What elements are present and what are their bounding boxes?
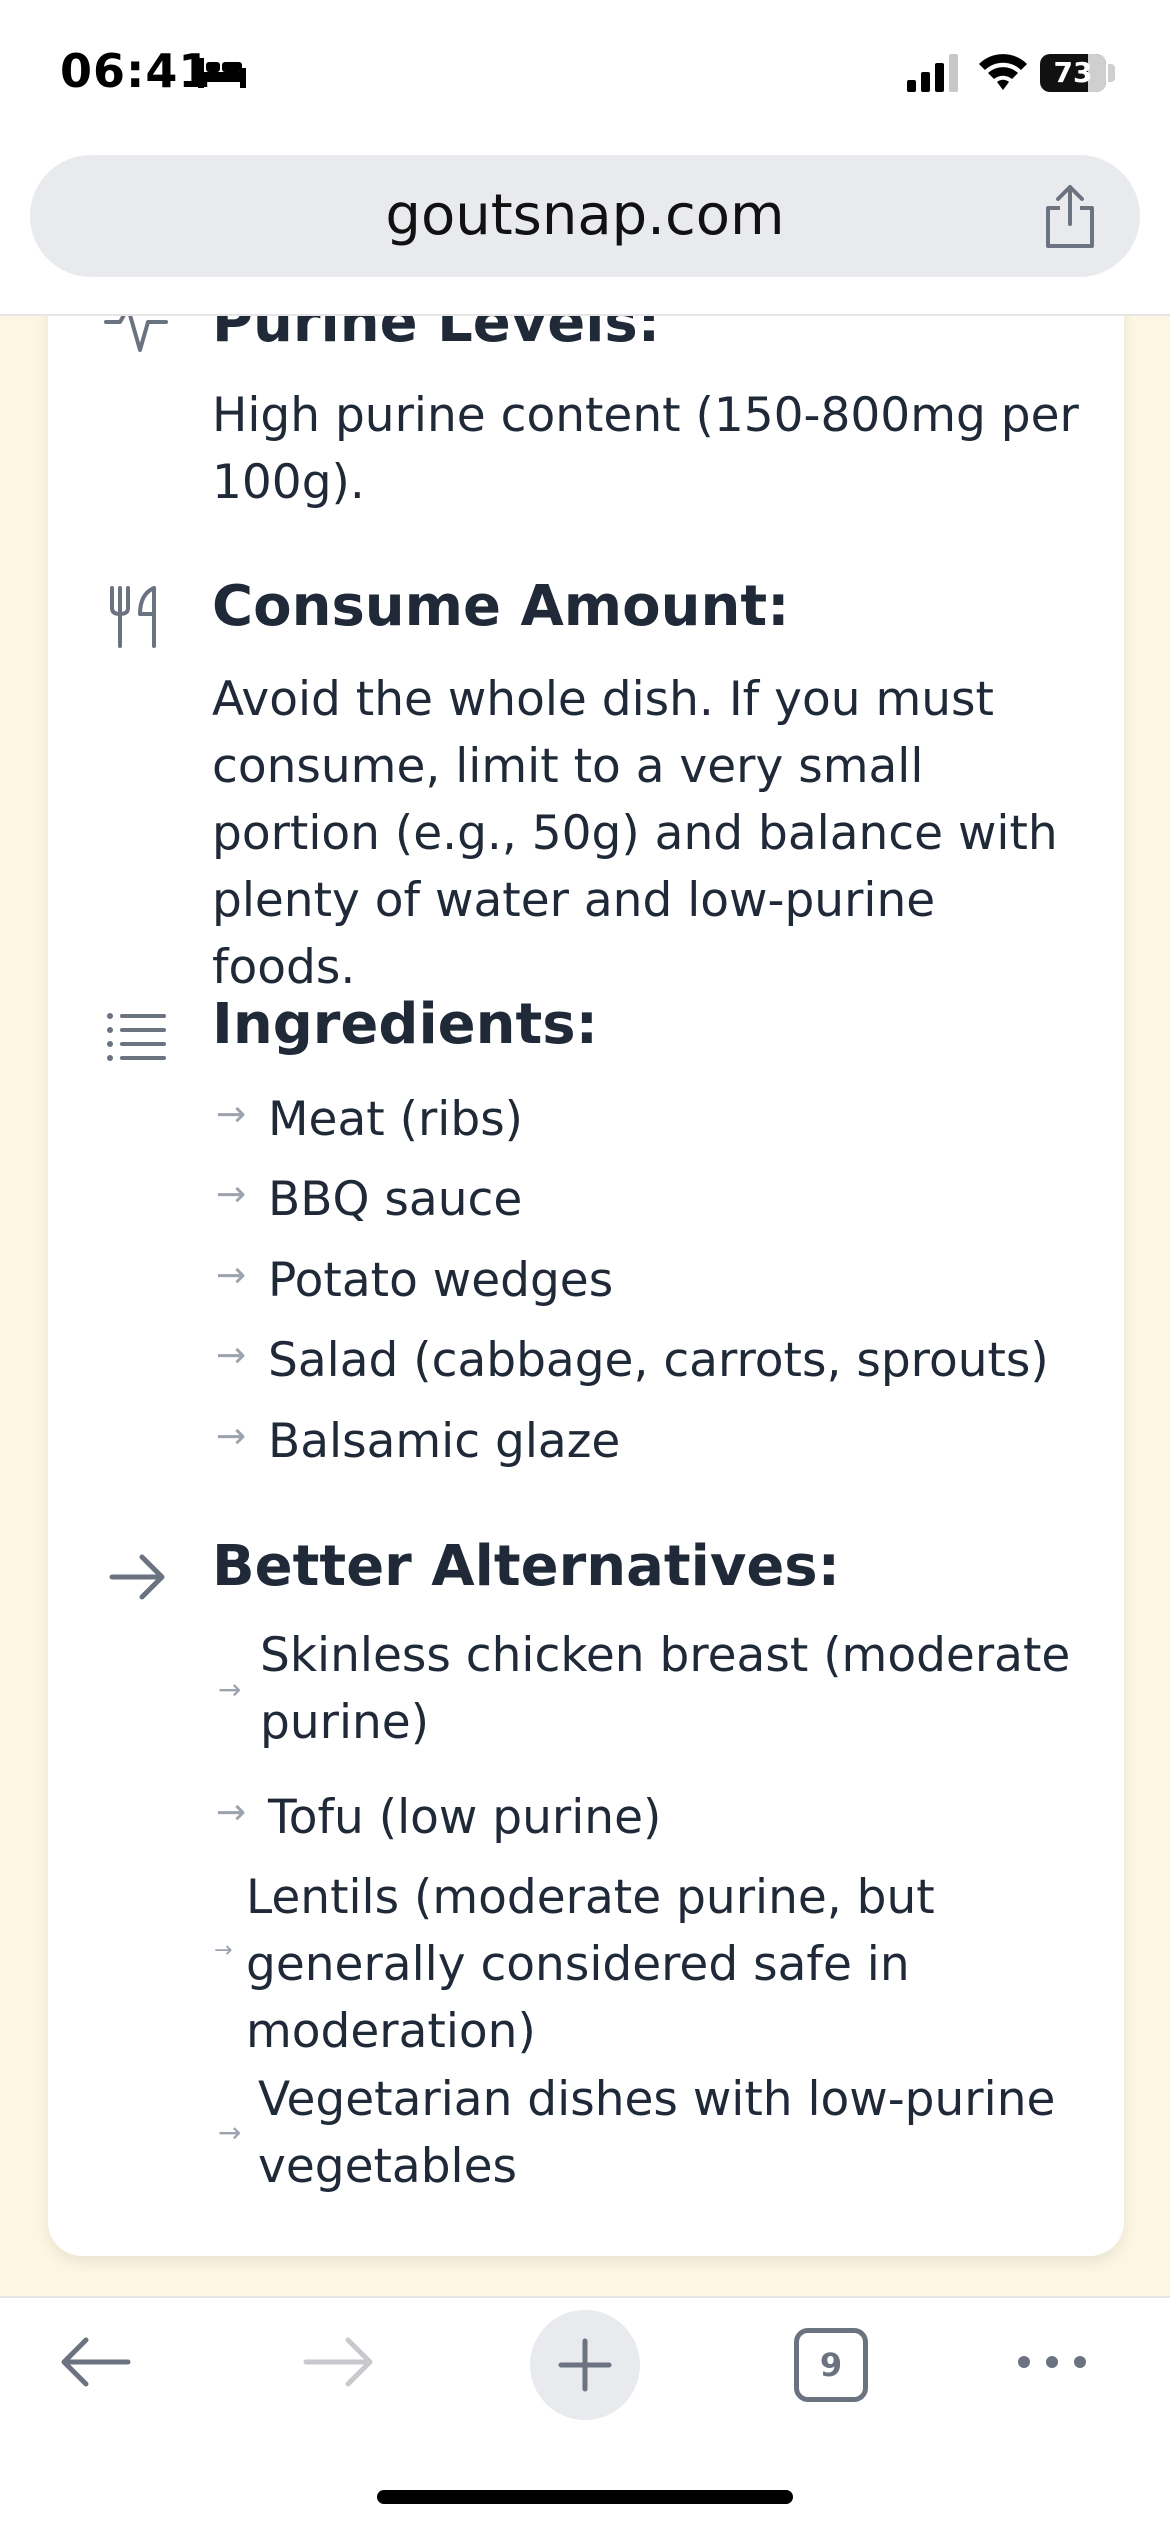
consume-heading: Consume Amount: bbox=[212, 574, 790, 639]
list-icon bbox=[107, 1013, 166, 1061]
battery-indicator: 73 bbox=[1040, 54, 1106, 92]
sleep-focus-icon bbox=[198, 58, 246, 88]
alternative-item-line: vegetables bbox=[258, 2139, 518, 2194]
home-indicator[interactable] bbox=[377, 2490, 793, 2504]
alternative-item-line: moderation) bbox=[246, 2004, 536, 2059]
arrow-icon: → bbox=[216, 1255, 247, 1296]
arrow-icon: → bbox=[216, 1174, 247, 1215]
page-viewport[interactable]: Purine Levels: High purine content (150-… bbox=[0, 316, 1170, 2296]
alternative-item-line: generally considered safe in bbox=[246, 1937, 910, 1992]
forward-button[interactable] bbox=[302, 2334, 376, 2390]
battery-nub bbox=[1108, 64, 1115, 82]
alternative-item-line: Lentils (moderate purine, but bbox=[246, 1870, 935, 1925]
alternative-item-line: Skinless chicken breast (moderate bbox=[260, 1628, 1071, 1683]
arrow-icon: → bbox=[214, 1938, 233, 1963]
ingredients-heading: Ingredients: bbox=[212, 992, 599, 1057]
share-icon[interactable] bbox=[1040, 182, 1100, 252]
consume-text: Avoid the whole dish. If you must consum… bbox=[212, 672, 1058, 995]
url-text: goutsnap.com bbox=[385, 183, 785, 248]
ingredient-item: Salad (cabbage, carrots, sprouts) bbox=[268, 1333, 1049, 1388]
new-tab-button[interactable] bbox=[530, 2310, 640, 2420]
wifi-icon bbox=[979, 54, 1027, 90]
purine-text: High purine content (150-800mg per 100g)… bbox=[212, 388, 1079, 510]
arrow-right-icon bbox=[109, 1554, 165, 1600]
pulse-icon bbox=[104, 316, 168, 352]
address-bar[interactable]: goutsnap.com bbox=[30, 155, 1140, 277]
alternative-item-line: Vegetarian dishes with low-purine bbox=[258, 2072, 1056, 2127]
alternatives-heading: Better Alternatives: bbox=[212, 1534, 841, 1599]
arrow-icon: → bbox=[216, 1094, 247, 1135]
arrow-icon: → bbox=[216, 1792, 247, 1833]
utensils-icon bbox=[110, 586, 156, 648]
arrow-icon: → bbox=[218, 2116, 242, 2149]
arrow-icon: → bbox=[216, 1335, 247, 1376]
alternative-item-line: purine) bbox=[260, 1695, 430, 1750]
status-bar: 06:41 73 bbox=[0, 0, 1170, 150]
arrow-icon: → bbox=[216, 1416, 247, 1457]
status-time: 06:41 bbox=[60, 44, 212, 98]
ingredient-item: Balsamic glaze bbox=[268, 1414, 621, 1469]
ingredient-item: BBQ sauce bbox=[268, 1172, 523, 1227]
back-button[interactable] bbox=[58, 2334, 132, 2390]
more-options-button[interactable] bbox=[1016, 2350, 1088, 2374]
cellular-signal-icon bbox=[907, 54, 958, 92]
ingredient-item: Potato wedges bbox=[268, 1253, 614, 1308]
tabs-button[interactable]: 9 bbox=[794, 2328, 868, 2402]
ingredient-item: Meat (ribs) bbox=[268, 1092, 524, 1147]
alternative-item-line: Tofu (low purine) bbox=[268, 1790, 662, 1845]
arrow-icon: → bbox=[218, 1673, 242, 1706]
plus-icon bbox=[558, 2338, 612, 2392]
battery-level: 73 bbox=[1053, 56, 1093, 89]
purine-heading: Purine Levels: bbox=[212, 316, 661, 355]
